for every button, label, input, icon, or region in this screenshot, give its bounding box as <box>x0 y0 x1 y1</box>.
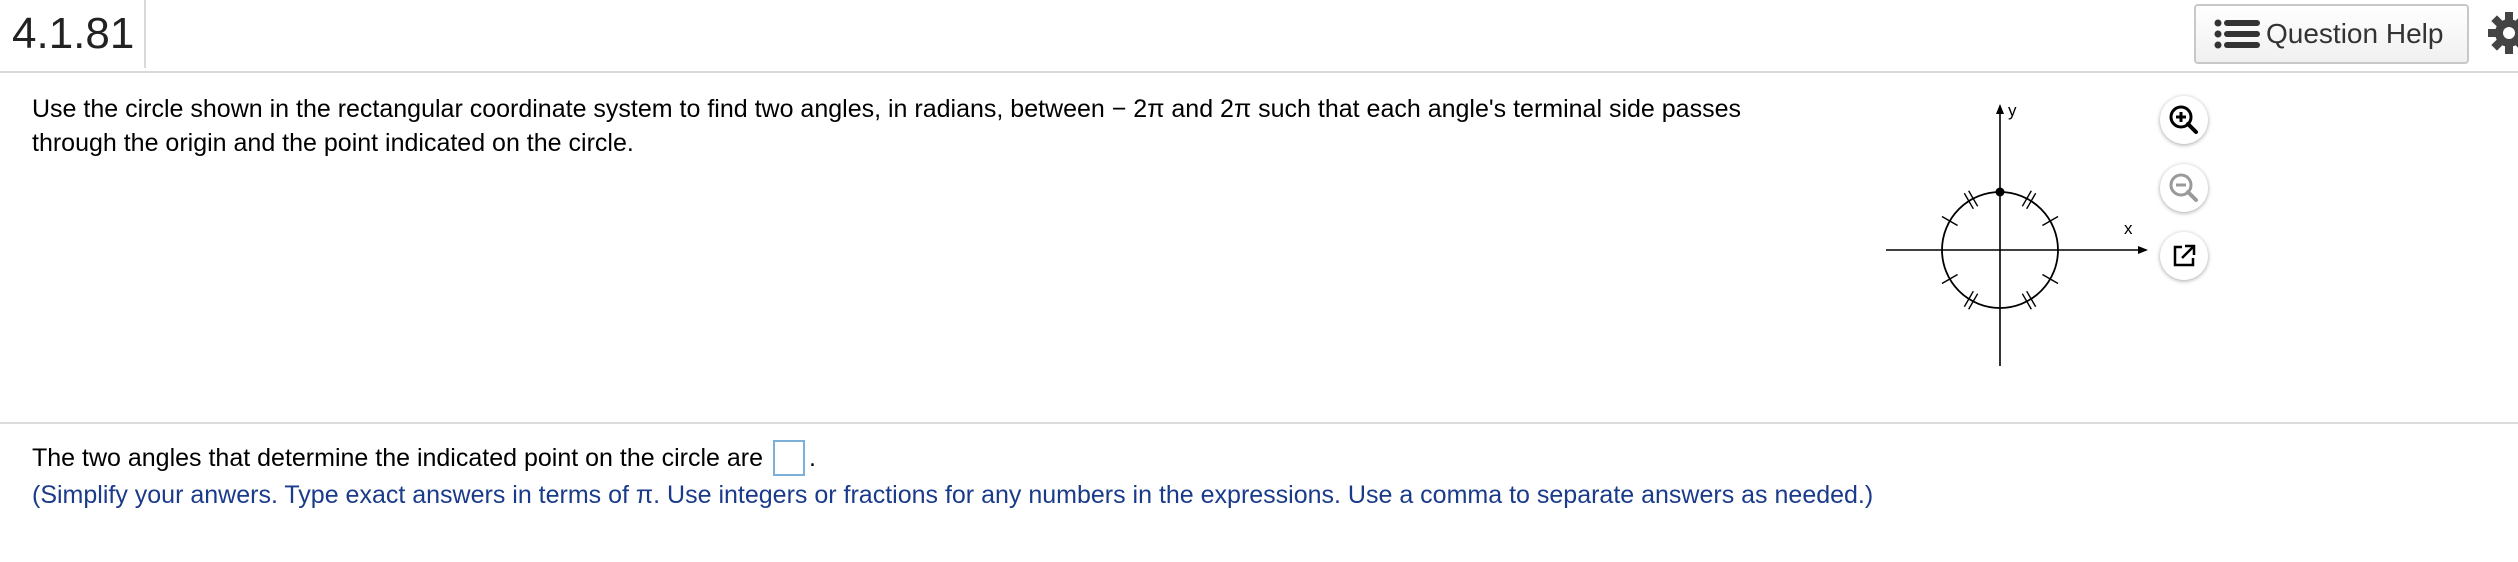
divider <box>0 422 2518 424</box>
unit-circle-figure: x y <box>1886 101 2148 366</box>
gear-icon[interactable] <box>2486 10 2518 56</box>
y-axis-label: y <box>2008 101 2017 120</box>
x-axis-label: x <box>2124 219 2133 238</box>
question-text: Use the circle shown in the rectangular … <box>32 92 1832 160</box>
header: 4.1.81 Question Help <box>0 0 2518 73</box>
question-line-2: through the origin and the point indicat… <box>32 129 634 157</box>
question-help-button[interactable]: Question Help <box>2194 4 2469 64</box>
question-help-label: Question Help <box>2266 18 2444 49</box>
answer-instructions: (Simplify your anwers. Type exact answer… <box>32 481 1874 509</box>
page: 4.1.81 Question Help Use the circle show… <box>0 0 2518 562</box>
indicated-point <box>1995 187 2005 197</box>
zoom-in-button[interactable] <box>2160 96 2208 144</box>
tick-mark <box>1941 273 1958 285</box>
answer-input[interactable] <box>773 440 805 476</box>
zoom-out-button[interactable] <box>2160 164 2208 212</box>
tick-mark <box>2042 215 2059 227</box>
problem-id: 4.1.81 <box>0 0 146 68</box>
popout-button[interactable] <box>2160 232 2208 280</box>
figure-tools <box>2160 96 2210 296</box>
tick-mark <box>2042 273 2059 285</box>
answer-period: . <box>809 444 816 472</box>
popout-icon <box>2173 244 2196 267</box>
zoom-in-icon <box>2169 105 2198 134</box>
question-line-1: Use the circle shown in the rectangular … <box>32 95 1741 123</box>
answer-row: The two angles that determine the indica… <box>32 440 816 476</box>
zoom-out-icon <box>2169 173 2198 202</box>
answer-prompt: The two angles that determine the indica… <box>32 444 763 472</box>
list-icon <box>2214 19 2260 49</box>
tick-mark <box>1941 215 1958 227</box>
